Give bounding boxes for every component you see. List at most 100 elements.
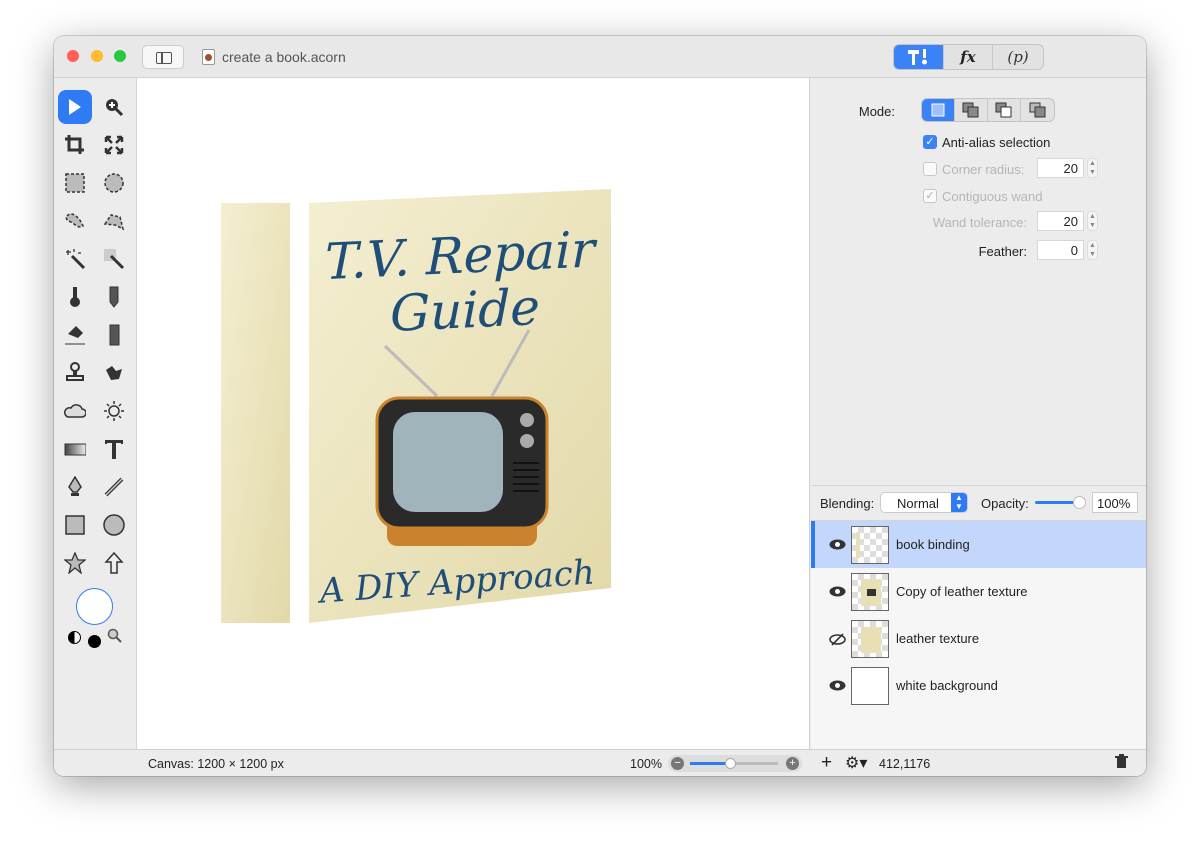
cursor-coordinates: 412,1176 — [879, 757, 931, 771]
smudge-icon — [106, 366, 122, 380]
mode-add-icon — [962, 102, 979, 118]
clone-stamp-icon — [66, 362, 84, 381]
select-arrow-icon — [69, 99, 81, 115]
tab-filters[interactable]: fx — [944, 45, 993, 69]
wand-tolerance-field[interactable]: 20 — [1037, 211, 1084, 231]
feather-label: Feather: — [978, 244, 1027, 259]
color-picker-magnifier-icon[interactable] — [107, 628, 123, 644]
title-bar: create a book.acorn fx (p) — [54, 36, 1146, 78]
book-spine — [221, 203, 290, 623]
tool-star-shape[interactable] — [58, 546, 92, 580]
inspector-panel: Mode: ✓ Anti-alias selection Corner radi… — [811, 78, 1146, 749]
mode-subtract[interactable] — [988, 99, 1021, 121]
tool-palette — [54, 78, 137, 749]
chevron-updown-icon: ▲ ▼ — [951, 493, 967, 512]
tool-magic-wand[interactable] — [58, 242, 92, 276]
zoom-slider-knob[interactable] — [724, 758, 736, 769]
tool-text[interactable] — [97, 432, 131, 466]
corner-radius-field[interactable]: 20 — [1037, 158, 1084, 178]
contiguous-wand-checkbox[interactable]: ✓ — [923, 189, 937, 203]
tool-smudge[interactable] — [97, 356, 131, 390]
tool-crop[interactable] — [58, 128, 92, 162]
eye-icon[interactable] — [829, 680, 846, 691]
zoom-in-icon[interactable]: + — [786, 757, 799, 770]
pen-icon — [68, 476, 82, 496]
layer-thumbnail — [851, 667, 889, 705]
tool-oval-shape[interactable] — [97, 508, 131, 542]
tool-pencil[interactable] — [97, 280, 131, 314]
add-layer-button[interactable]: + — [821, 752, 832, 774]
tab-tools[interactable] — [894, 45, 944, 69]
eye-icon[interactable] — [829, 586, 846, 597]
text-icon — [105, 440, 123, 459]
ellipse-select-icon — [104, 173, 124, 193]
magic-wand-icon — [66, 249, 86, 270]
tool-zoom[interactable] — [97, 90, 131, 124]
layer-row[interactable]: leather texture — [811, 615, 1146, 662]
eraser-icon — [65, 326, 85, 345]
tool-rectangle-shape[interactable] — [58, 508, 92, 542]
tool-rect-select[interactable] — [58, 166, 92, 200]
blending-label: Blending: — [820, 496, 875, 511]
star-shape-icon — [64, 552, 86, 574]
clone-fill-icon — [109, 324, 120, 346]
pencil-icon — [109, 286, 119, 308]
status-bar: Canvas: 1200 × 1200 px 100% − + + ⚙▾ 412… — [54, 749, 1146, 776]
tool-ellipse-select[interactable] — [97, 166, 131, 200]
tool-clone-fill[interactable] — [97, 318, 131, 352]
tool-eraser[interactable] — [58, 318, 92, 352]
mode-intersect[interactable] — [1021, 99, 1054, 121]
app-window: create a book.acorn fx (p) T.V. Repair G… — [54, 36, 1146, 776]
rect-select-icon — [65, 173, 85, 193]
fill-color-well[interactable] — [76, 588, 113, 625]
tool-instant-alpha[interactable] — [97, 242, 131, 276]
mode-label: Mode: — [858, 104, 895, 119]
sidebar-toggle-button[interactable] — [142, 45, 184, 69]
tool-gradient[interactable] — [58, 432, 92, 466]
tool-lasso[interactable] — [58, 204, 92, 238]
zoom-button[interactable] — [114, 50, 126, 62]
eye-icon[interactable] — [829, 539, 846, 550]
minimize-button[interactable] — [91, 50, 103, 62]
layer-row[interactable]: Copy of leather texture — [811, 568, 1146, 615]
document-icon — [202, 49, 215, 65]
canvas[interactable]: T.V. Repair Guide A DIY Approach — [137, 78, 810, 749]
mode-add[interactable] — [955, 99, 988, 121]
zoom-icon — [106, 99, 124, 117]
gradient-icon — [64, 443, 86, 456]
tool-clone-stamp[interactable] — [58, 356, 92, 390]
tool-line[interactable] — [97, 470, 131, 504]
blending-select[interactable]: Normal ▲ ▼ — [880, 492, 968, 513]
delete-layer-button[interactable] — [1115, 754, 1128, 772]
tool-transform[interactable] — [97, 128, 131, 162]
tab-properties[interactable]: (p) — [993, 45, 1043, 69]
close-button[interactable] — [67, 50, 79, 62]
tool-cloud-burn[interactable] — [58, 394, 92, 428]
swap-colors-icon[interactable] — [68, 631, 81, 644]
wand-tolerance-label: Wand tolerance: — [932, 215, 1027, 230]
tool-arrow-shape[interactable] — [97, 546, 131, 580]
tool-brush[interactable] — [58, 280, 92, 314]
opacity-label: Opacity: — [981, 496, 1029, 511]
opacity-field[interactable]: 100% — [1092, 492, 1138, 513]
tool-sun-dodge[interactable] — [97, 394, 131, 428]
zoom-out-icon[interactable]: − — [671, 757, 684, 770]
opacity-slider-knob[interactable] — [1073, 496, 1086, 509]
corner-radius-stepper[interactable]: ▲ ▼ — [1087, 158, 1098, 178]
feather-field[interactable]: 0 — [1037, 240, 1084, 260]
layer-row[interactable]: white background — [811, 662, 1146, 709]
corner-radius-checkbox[interactable] — [923, 162, 937, 176]
feather-stepper[interactable]: ▲ ▼ — [1087, 240, 1098, 260]
sun-dodge-icon — [104, 401, 124, 421]
zoom-level: 100% — [630, 757, 662, 771]
anti-alias-checkbox[interactable]: ✓ — [923, 135, 937, 149]
stroke-color-well[interactable] — [88, 635, 101, 648]
layer-row[interactable]: book binding — [811, 521, 1146, 568]
tool-polygon-lasso[interactable] — [97, 204, 131, 238]
mode-new-selection[interactable] — [922, 99, 955, 121]
gear-menu-button[interactable]: ⚙▾ — [845, 753, 867, 773]
tool-select-arrow[interactable] — [58, 90, 92, 124]
eye-hidden-icon[interactable] — [829, 633, 846, 646]
wand-tolerance-stepper[interactable]: ▲ ▼ — [1087, 211, 1098, 231]
tool-pen[interactable] — [58, 470, 92, 504]
